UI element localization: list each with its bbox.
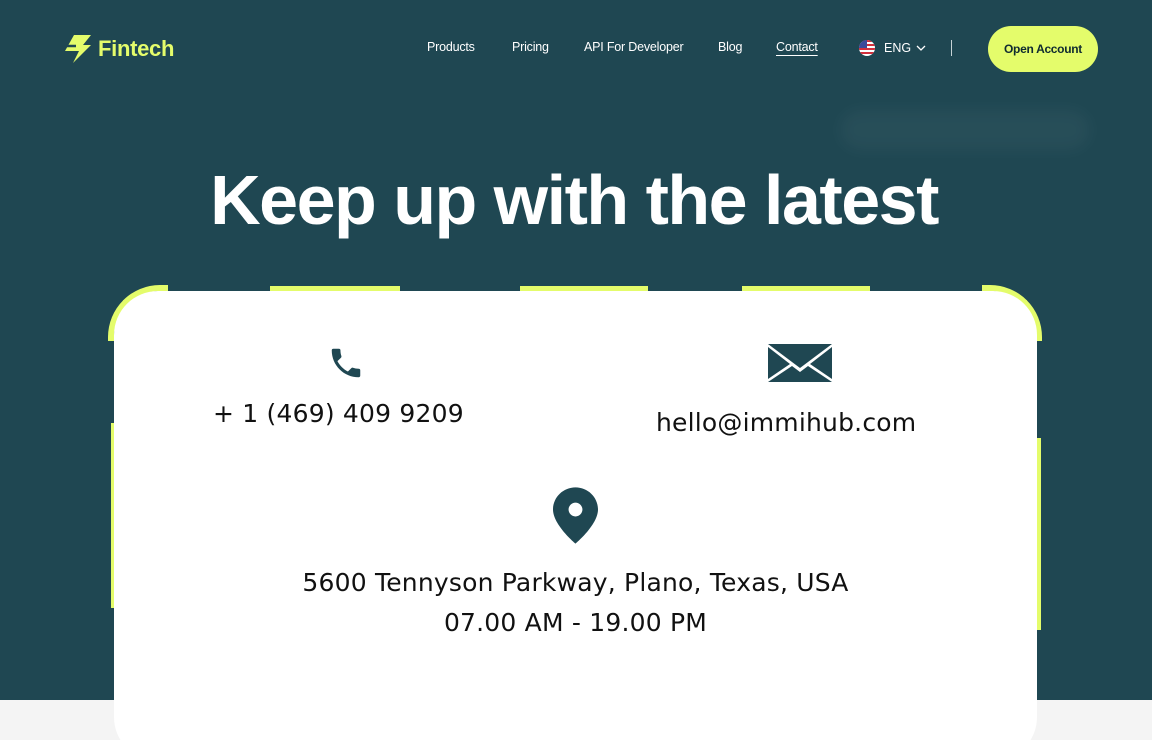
lightning-logo-icon (65, 35, 91, 63)
nav-pricing[interactable]: Pricing (512, 40, 549, 54)
open-account-button[interactable]: Open Account (988, 26, 1098, 72)
page-title: Keep up with the latest (210, 161, 939, 239)
nav-api-for-developer[interactable]: API For Developer (584, 40, 684, 54)
nav-products[interactable]: Products (427, 40, 475, 54)
office-address: 5600 Tennyson Parkway, Plano, Texas, USA (302, 568, 849, 597)
language-label: ENG (884, 41, 912, 55)
envelope-icon (768, 344, 832, 382)
nav-divider (951, 40, 952, 56)
chevron-down-icon (916, 45, 926, 51)
background-glow (840, 110, 1090, 150)
language-selector[interactable]: ENG (858, 40, 926, 56)
phone-number[interactable]: + 1 (469) 409 9209 (213, 399, 464, 428)
office-hours: 07.00 AM - 19.00 PM (443, 608, 708, 637)
us-flag-icon (859, 40, 875, 56)
nav-contact[interactable]: Contact (776, 40, 818, 54)
brand-logo[interactable]: Fintech (64, 33, 174, 65)
brand-name: Fintech (98, 36, 175, 61)
email-address[interactable]: hello@immihub.com (656, 408, 916, 437)
phone-icon (331, 348, 361, 378)
contact-card: + 1 (469) 409 9209 hello@immihub.com 560… (114, 291, 1037, 740)
nav-blog[interactable]: Blog (718, 40, 742, 54)
map-pin-icon (553, 487, 598, 544)
